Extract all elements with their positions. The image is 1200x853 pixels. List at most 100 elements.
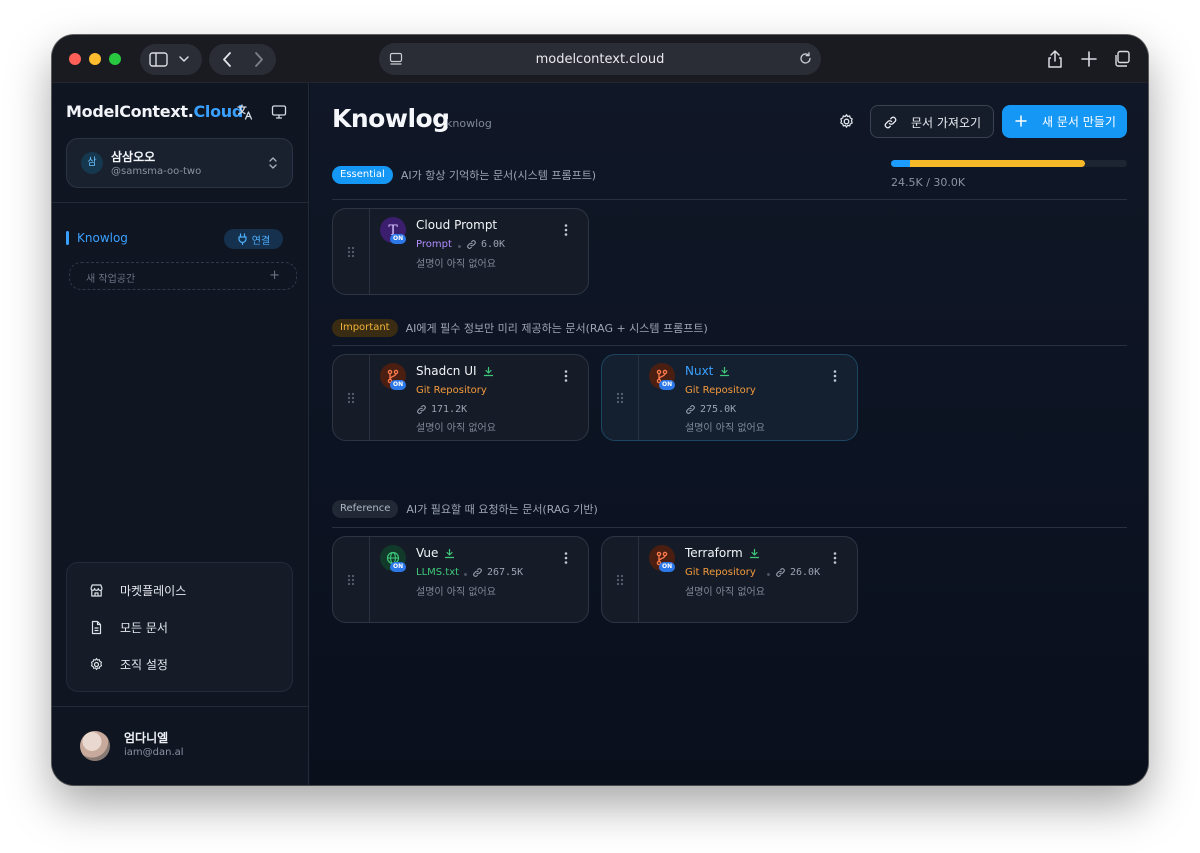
section-header-essential: Essential AI가 항상 기억하는 문서(시스템 프롬프트) [332, 165, 596, 185]
link-icon [473, 568, 482, 577]
document-icon [91, 620, 102, 634]
connect-button[interactable]: 연결 [224, 229, 283, 249]
forward-icon[interactable] [255, 52, 263, 67]
separator-dot [464, 573, 467, 576]
menu-item-org-settings[interactable]: 조직 설정 [89, 655, 168, 673]
url-text: modelcontext.cloud [535, 51, 665, 67]
user-avatar[interactable] [80, 731, 110, 761]
section-header-important: Important AI에게 필수 정보만 미리 제공하는 문서(RAG + 시… [332, 318, 708, 338]
card-title-text: Cloud Prompt [416, 218, 498, 232]
document-card-nuxt[interactable]: ON Nuxt Git Repository 275.0K 설명이 아직 없어요 [601, 354, 858, 441]
sidebar-menu: 마켓플레이스 모든 문서 조직 설정 [66, 562, 293, 692]
new-document-button[interactable]: 새 문서 만들기 [1002, 105, 1127, 138]
settings-gear-icon[interactable] [838, 113, 855, 130]
section-divider [332, 527, 1127, 528]
drag-grip-icon [347, 246, 355, 258]
card-size-value: 26.0K [790, 567, 821, 578]
link-icon [417, 405, 426, 414]
drag-handle[interactable] [602, 537, 639, 622]
document-card-shadcn-ui[interactable]: ON Shadcn UI Git Repository 171.2K 설명이 아… [332, 354, 589, 441]
store-icon [90, 583, 103, 597]
more-options-icon[interactable] [833, 369, 837, 383]
card-title: Terraform [685, 546, 760, 560]
user-email: iam@dan.al [124, 747, 184, 758]
more-options-icon[interactable] [833, 551, 837, 565]
download-icon[interactable] [719, 366, 730, 377]
card-type: Git Repository [416, 385, 487, 396]
card-description: 설명이 아직 없어요 [416, 259, 496, 270]
divider [52, 202, 309, 203]
card-description: 설명이 아직 없어요 [685, 587, 765, 598]
main-content: Knowlog knowlog 문서 가져오기 새 문서 만들기 24.5K /… [310, 83, 1148, 785]
menu-label: 조직 설정 [120, 657, 168, 672]
card-size: 275.0K [685, 404, 736, 415]
download-icon[interactable] [483, 366, 494, 377]
menu-item-marketplace[interactable]: 마켓플레이스 [89, 581, 186, 599]
page-settings-icon[interactable] [389, 52, 403, 66]
status-badge: ON [659, 380, 676, 390]
card-type: Git Repository [685, 567, 756, 578]
drag-handle[interactable] [333, 209, 370, 294]
drag-handle[interactable] [333, 537, 370, 622]
import-document-button[interactable]: 문서 가져오기 [870, 105, 994, 138]
new-tab-icon[interactable] [1080, 49, 1098, 69]
zoom-window-button[interactable] [109, 53, 121, 65]
more-options-icon[interactable] [564, 551, 568, 565]
separator-dot [458, 245, 461, 248]
more-options-icon[interactable] [564, 369, 568, 383]
card-size-value: 171.2K [431, 404, 468, 415]
download-icon[interactable] [444, 548, 455, 559]
reload-icon[interactable] [798, 51, 813, 66]
section-badge: Essential [332, 166, 393, 184]
card-title-text: Vue [416, 546, 439, 560]
drag-handle[interactable] [333, 355, 370, 440]
plus-icon [1015, 115, 1027, 127]
workspace-item-knowlog[interactable]: Knowlog 연결 [66, 229, 283, 249]
card-size-value: 267.5K [487, 567, 524, 578]
status-badge: ON [659, 562, 676, 572]
tab-overview-icon[interactable] [1113, 49, 1131, 69]
section-description: AI가 항상 기억하는 문서(시스템 프롬프트) [400, 169, 597, 182]
translate-icon[interactable] [236, 103, 254, 121]
card-title-text: Terraform [685, 546, 743, 560]
document-card-vue[interactable]: ON Vue LLMS.txt 267.5K 설명이 아직 없어요 [332, 536, 589, 623]
token-usage-bar [891, 160, 1127, 167]
new-document-label: 새 문서 만들기 [1042, 115, 1116, 129]
sidebar-toggle-button[interactable] [140, 44, 202, 75]
card-title: Cloud Prompt [416, 218, 497, 232]
address-bar[interactable]: modelcontext.cloud [379, 43, 821, 75]
active-indicator [66, 231, 69, 245]
card-title-text: Shadcn UI [416, 364, 477, 378]
section-badge: Reference [332, 500, 399, 518]
card-title-text: Nuxt [685, 364, 714, 378]
download-icon[interactable] [749, 548, 760, 559]
status-badge: ON [390, 562, 407, 572]
share-icon[interactable] [1046, 49, 1064, 69]
organization-switcher[interactable]: 삼 삼삼오오 @samsma-oo-two [66, 138, 293, 188]
section-description: AI에게 필수 정보만 미리 제공하는 문서(RAG + 시스템 프롬프트) [405, 322, 708, 335]
menu-item-all-documents[interactable]: 모든 문서 [89, 618, 168, 636]
section-divider [332, 345, 1127, 346]
plus-icon: + [269, 268, 280, 283]
usage-essential-fill [891, 160, 910, 167]
separator-dot [767, 573, 770, 576]
close-window-button[interactable] [69, 53, 81, 65]
section-header-reference: Reference AI가 필요할 때 요청하는 문서(RAG 기반) [332, 499, 598, 519]
drag-handle[interactable] [602, 355, 639, 440]
new-workspace-button[interactable]: 새 작업공간 + [69, 262, 297, 290]
monitor-icon[interactable] [270, 103, 288, 121]
document-card-terraform[interactable]: ON Terraform Git Repository 26.0K 설명이 아직… [601, 536, 858, 623]
more-options-icon[interactable] [564, 223, 568, 237]
section-divider [332, 199, 1127, 200]
usage-important-fill [909, 160, 1085, 167]
connect-label: 연결 [251, 235, 271, 247]
minimize-window-button[interactable] [89, 53, 101, 65]
card-size-value: 6.0K [481, 239, 506, 250]
page-title: Knowlog [332, 104, 450, 133]
document-card-cloud-prompt[interactable]: T ON Cloud Prompt Prompt 6.0K 설명이 아직 없어요 [332, 208, 589, 295]
org-name: 삼삼오오 [111, 150, 156, 164]
brand-logo[interactable]: ModelContext.Cloud [66, 102, 243, 121]
back-icon[interactable] [223, 52, 231, 67]
card-description: 설명이 아직 없어요 [685, 423, 765, 434]
section-description: AI가 필요할 때 요청하는 문서(RAG 기반) [406, 503, 598, 516]
